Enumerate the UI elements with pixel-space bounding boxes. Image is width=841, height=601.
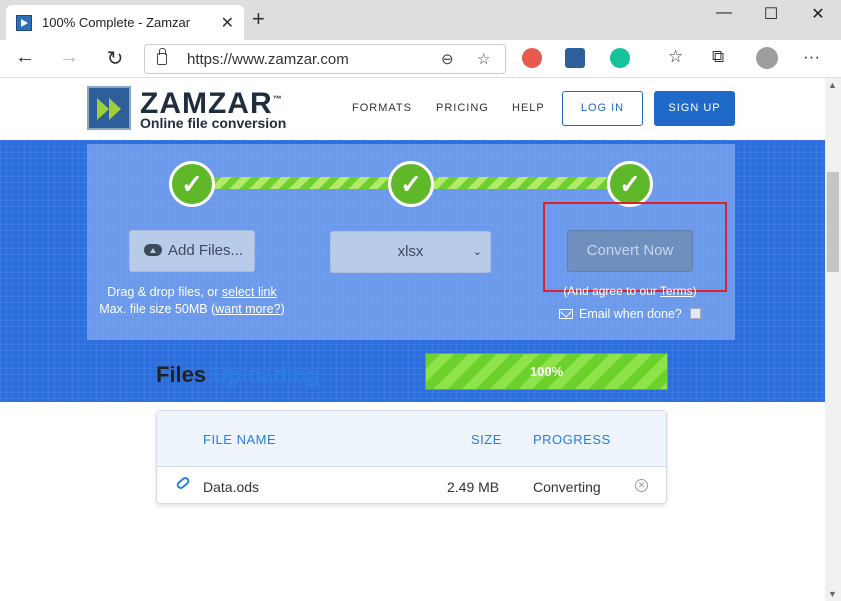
signup-button[interactable]: SIGN UP bbox=[654, 91, 735, 126]
column-progress: PROGRESS bbox=[533, 432, 611, 447]
file-progress-cell: Converting bbox=[533, 479, 601, 495]
site-header: ZAMZAR™ Online file conversion FORMATS P… bbox=[0, 78, 825, 140]
terms-suffix: ) bbox=[692, 284, 697, 298]
add-files-label: Add Files... bbox=[168, 242, 244, 259]
files-uploading-title: Files Uploading bbox=[156, 362, 320, 388]
extension-block-icon[interactable] bbox=[522, 48, 542, 68]
zoom-out-icon[interactable]: ⊖ bbox=[441, 50, 454, 68]
nav-pricing-link[interactable]: PRICING bbox=[436, 102, 489, 114]
logo-tagline: Online file conversion bbox=[140, 115, 287, 131]
forward-button[interactable]: → bbox=[56, 46, 82, 69]
column-size: SIZE bbox=[471, 432, 502, 447]
back-button[interactable]: ← bbox=[12, 46, 38, 69]
zamzar-logo-icon[interactable] bbox=[87, 86, 131, 130]
logo-chevron-icon bbox=[97, 98, 109, 120]
select-link[interactable]: select link bbox=[222, 285, 277, 299]
converter-hero: ✓ ✓ ✓ Add Files... Drag & drop files, or… bbox=[0, 140, 825, 402]
terms-prefix: (And agree to our bbox=[563, 284, 660, 298]
scroll-up-arrow-icon[interactable]: ▲ bbox=[828, 80, 837, 90]
upload-progress-bar: 100% bbox=[425, 353, 668, 390]
format-select[interactable]: xlsx ⌄ bbox=[330, 231, 491, 273]
scroll-down-arrow-icon[interactable]: ▼ bbox=[828, 589, 837, 599]
files-table: FILE NAME SIZE PROGRESS Data.ods 2.49 MB… bbox=[156, 410, 667, 504]
files-title-main: Files bbox=[156, 362, 207, 387]
want-more-link[interactable]: want more? bbox=[215, 302, 280, 316]
add-files-button[interactable]: Add Files... bbox=[129, 230, 255, 272]
chevron-down-icon: ⌄ bbox=[472, 246, 482, 258]
grammarly-icon[interactable] bbox=[610, 48, 630, 68]
drag-drop-prefix: Drag & drop files, or bbox=[107, 285, 222, 299]
tab-title: 100% Complete - Zamzar bbox=[42, 15, 191, 30]
close-window-button[interactable]: ✕ bbox=[803, 4, 833, 24]
terms-text: (And agree to our Terms) bbox=[547, 284, 713, 298]
file-size-cell: 2.49 MB bbox=[447, 479, 500, 495]
browser-tab[interactable]: 100% Complete - Zamzar ✕ bbox=[6, 5, 244, 40]
page-viewport: ZAMZAR™ Online file conversion FORMATS P… bbox=[0, 78, 825, 601]
browser-toolbar: ← → ↻ https://www.zamzar.com ⊖ ☆ ☆ ⧉ ··· bbox=[0, 40, 841, 78]
drag-drop-text: Drag & drop files, or select link bbox=[87, 285, 297, 299]
browser-tab-bar: 100% Complete - Zamzar ✕ + — ☐ ✕ bbox=[0, 0, 841, 40]
page-scrollbar[interactable]: ▲ ▼ bbox=[825, 78, 841, 601]
scrollbar-thumb[interactable] bbox=[827, 172, 839, 272]
max-size-prefix: Max. file size 50MB ( bbox=[99, 302, 216, 316]
terms-link[interactable]: Terms bbox=[660, 284, 693, 298]
files-title-accent: Uploading bbox=[212, 362, 320, 387]
email-when-done-label: Email when done? bbox=[579, 307, 682, 321]
format-select-value: xlsx bbox=[397, 243, 424, 260]
converter-panel: ✓ ✓ ✓ Add Files... Drag & drop files, or… bbox=[87, 144, 735, 340]
step-1-check-icon: ✓ bbox=[169, 161, 215, 207]
url-text: https://www.zamzar.com bbox=[187, 51, 349, 68]
zamzar-favicon-icon bbox=[16, 15, 32, 31]
convert-now-button[interactable]: Convert Now bbox=[567, 230, 693, 272]
new-tab-button[interactable]: + bbox=[252, 8, 265, 30]
upload-progress-label: 100% bbox=[529, 364, 564, 379]
logo-chevron-icon bbox=[109, 98, 121, 120]
lock-icon bbox=[157, 48, 167, 65]
refresh-button[interactable]: ↻ bbox=[102, 46, 128, 71]
remove-file-icon[interactable]: ✕ bbox=[635, 479, 648, 492]
address-bar[interactable]: https://www.zamzar.com ⊖ ☆ bbox=[144, 44, 506, 74]
logo-trademark: ™ bbox=[272, 94, 283, 104]
email-when-done-checkbox[interactable] bbox=[689, 308, 701, 319]
nav-formats-link[interactable]: FORMATS bbox=[352, 102, 412, 114]
settings-menu-icon[interactable]: ··· bbox=[803, 47, 820, 67]
maximize-button[interactable]: ☐ bbox=[756, 4, 786, 24]
column-file-name: FILE NAME bbox=[203, 432, 277, 447]
step-3-check-icon: ✓ bbox=[607, 161, 653, 207]
max-size-suffix: ) bbox=[280, 302, 285, 316]
tab-close-icon[interactable]: ✕ bbox=[221, 13, 234, 33]
file-name-cell: Data.ods bbox=[203, 479, 260, 495]
max-size-text: Max. file size 50MB (want more?) bbox=[87, 302, 297, 316]
email-when-done-row: Email when done? bbox=[559, 307, 701, 321]
mail-icon bbox=[559, 309, 573, 319]
step-2-check-icon: ✓ bbox=[388, 161, 434, 207]
minimize-button[interactable]: — bbox=[709, 4, 739, 22]
collections-icon[interactable]: ⧉ bbox=[712, 47, 724, 67]
login-button[interactable]: LOG IN bbox=[562, 91, 643, 126]
cloud-upload-icon bbox=[144, 244, 162, 256]
table-header-row: FILE NAME SIZE PROGRESS bbox=[157, 411, 666, 467]
extension-user-icon[interactable] bbox=[565, 48, 585, 68]
nav-help-link[interactable]: HELP bbox=[512, 102, 545, 114]
paperclip-icon bbox=[175, 475, 191, 491]
favorite-add-icon[interactable]: ☆ bbox=[477, 50, 490, 68]
profile-avatar[interactable] bbox=[756, 47, 778, 69]
favorites-icon[interactable]: ☆ bbox=[668, 47, 683, 67]
